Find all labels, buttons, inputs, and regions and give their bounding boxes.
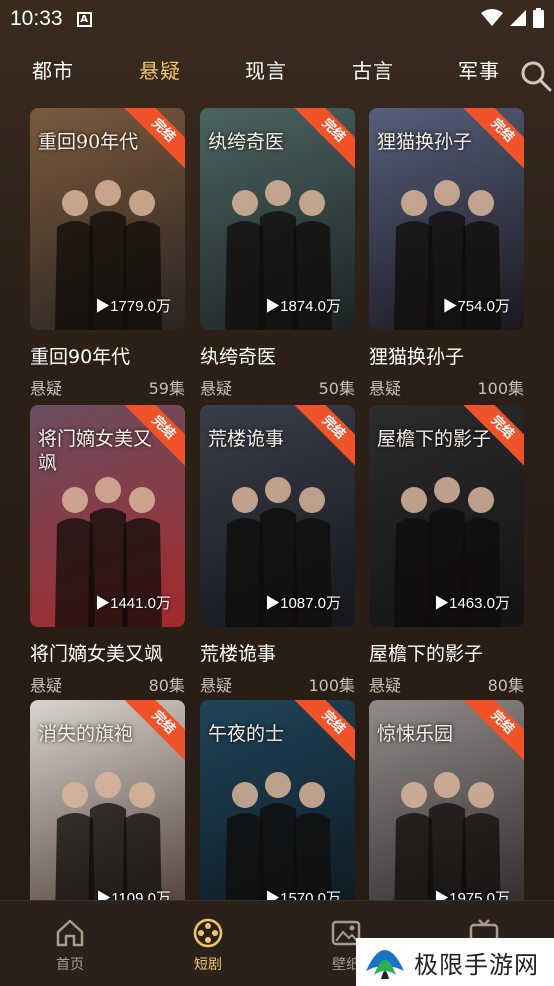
drama-poster[interactable]: 消失的旗袍 完结 ▶1109.0万: [30, 700, 185, 922]
drama-genre: 悬疑: [369, 676, 402, 695]
status-time: 10:33: [10, 7, 63, 30]
drama-genre: 悬疑: [30, 379, 63, 398]
poster-caption: 纨绔奇医: [208, 131, 285, 153]
film-reel-icon: [193, 918, 223, 948]
poster-caption: 消失的旗袍: [38, 723, 134, 745]
signal-icon: [510, 10, 526, 26]
app-screen: 10:33 A 都市 悬疑 现言 古言 军事 重回90年代 完结 ▶1779.0万重…: [0, 0, 554, 986]
drama-card[interactable]: 重回90年代 完结 ▶1779.0万 重回90年代 悬疑 59集: [30, 108, 185, 399]
drama-card[interactable]: 纨绔奇医 完结 ▶1874.0万 纨绔奇医 悬疑 50集: [200, 108, 355, 399]
drama-genre: 悬疑: [369, 379, 402, 398]
drama-meta: 悬疑 50集: [200, 375, 355, 399]
status-bar: 10:33 A: [0, 0, 554, 38]
nav-home[interactable]: 首页: [40, 901, 100, 974]
poster-caption: 荒楼诡事: [208, 428, 285, 450]
drama-poster[interactable]: 荒楼诡事 完结 ▶1087.0万: [200, 405, 355, 627]
drama-genre: 悬疑: [30, 676, 63, 695]
play-count: ▶754.0万: [442, 298, 510, 315]
drama-card[interactable]: 荒楼诡事 完结 ▶1087.0万 荒楼诡事 悬疑 100集: [200, 405, 355, 696]
poster-caption: 狸猫换孙子: [377, 131, 473, 153]
category-tabs: 都市 悬疑 现言 古言 军事: [0, 55, 554, 95]
wifi-icon: [481, 9, 503, 26]
drama-card[interactable]: 屋檐下的影子 完结 ▶1463.0万 屋檐下的影子 悬疑 80集: [369, 405, 524, 696]
play-count: ▶1874.0万: [265, 298, 341, 315]
tab-xuanyi[interactable]: 悬疑: [139, 55, 181, 84]
notification-icon: A: [76, 11, 92, 27]
drama-title[interactable]: 狸猫换孙子: [369, 342, 524, 369]
drama-title[interactable]: 屋檐下的影子: [369, 639, 524, 666]
drama-poster[interactable]: 重回90年代 完结 ▶1779.0万: [30, 108, 185, 330]
poster-caption: 将门嫡女美又飒: [38, 428, 153, 474]
episode-count: 100集: [308, 676, 355, 695]
drama-card[interactable]: 狸猫换孙子 完结 ▶754.0万 狸猫换孙子 悬疑 100集: [369, 108, 524, 399]
tab-guyan[interactable]: 古言: [352, 55, 394, 84]
drama-poster[interactable]: 屋檐下的影子 完结 ▶1463.0万: [369, 405, 524, 627]
drama-card[interactable]: 午夜的士 完结 ▶1570.0万: [200, 700, 355, 922]
play-count: ▶1779.0万: [95, 298, 171, 315]
watermark: 极限手游网: [356, 938, 554, 986]
drama-title[interactable]: 将门嫡女美又飒: [30, 639, 185, 666]
play-count: ▶1463.0万: [434, 595, 510, 612]
drama-card[interactable]: 消失的旗袍 完结 ▶1109.0万: [30, 700, 185, 922]
nav-shorts-label: 短剧: [194, 957, 222, 973]
tab-dushi[interactable]: 都市: [32, 55, 74, 84]
episode-count: 100集: [477, 379, 524, 398]
home-icon: [56, 919, 84, 947]
drama-meta: 悬疑 80集: [369, 672, 524, 696]
search-icon[interactable]: [520, 60, 552, 92]
episode-count: 80集: [487, 676, 524, 695]
poster-caption: 屋檐下的影子: [377, 428, 492, 450]
watermark-text: 极限手游网: [414, 950, 539, 979]
drama-meta: 悬疑 100集: [200, 672, 355, 696]
drama-genre: 悬疑: [200, 379, 233, 398]
drama-title[interactable]: 荒楼诡事: [200, 639, 355, 666]
play-count: ▶1441.0万: [95, 595, 171, 612]
nav-home-label: 首页: [56, 957, 84, 973]
drama-poster[interactable]: 午夜的士 完结 ▶1570.0万: [200, 700, 355, 922]
nav-shorts[interactable]: 短剧: [178, 901, 238, 974]
episode-count: 50集: [318, 379, 355, 398]
drama-meta: 悬疑 59集: [30, 375, 185, 399]
drama-poster[interactable]: 将门嫡女美又飒 完结 ▶1441.0万: [30, 405, 185, 627]
play-count: ▶1087.0万: [265, 595, 341, 612]
drama-poster[interactable]: 惊悚乐园 完结 ▶1975.0万: [369, 700, 524, 922]
tab-junshi[interactable]: 军事: [458, 55, 500, 84]
episode-count: 80集: [148, 676, 185, 695]
watermark-logo-icon: [366, 950, 404, 979]
drama-meta: 悬疑 80集: [30, 672, 185, 696]
drama-title[interactable]: 纨绔奇医: [200, 342, 355, 369]
episode-count: 59集: [148, 379, 185, 398]
tab-xianyan[interactable]: 现言: [245, 55, 287, 84]
poster-caption: 午夜的士: [208, 723, 285, 745]
poster-caption: 惊悚乐园: [377, 723, 454, 745]
drama-title[interactable]: 重回90年代: [30, 342, 185, 369]
drama-meta: 悬疑 100集: [369, 375, 524, 399]
drama-poster[interactable]: 纨绔奇医 完结 ▶1874.0万: [200, 108, 355, 330]
drama-card[interactable]: 将门嫡女美又飒 完结 ▶1441.0万 将门嫡女美又飒 悬疑 80集: [30, 405, 185, 696]
drama-genre: 悬疑: [200, 676, 233, 695]
poster-caption: 重回90年代: [38, 131, 139, 153]
drama-card[interactable]: 惊悚乐园 完结 ▶1975.0万: [369, 700, 524, 922]
battery-icon: [533, 8, 544, 28]
drama-poster[interactable]: 狸猫换孙子 完结 ▶754.0万: [369, 108, 524, 330]
